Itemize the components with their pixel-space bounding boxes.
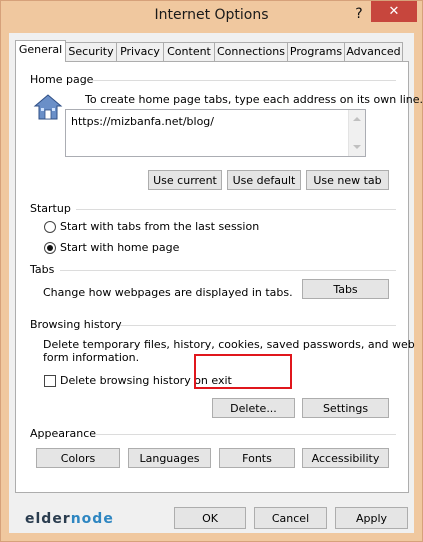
use-default-button[interactable]: Use default — [227, 170, 301, 190]
radio-start-last-session[interactable] — [44, 221, 56, 233]
accessibility-button[interactable]: Accessibility — [302, 448, 389, 468]
dialog-client: General Security Privacy Content Connect… — [9, 33, 423, 533]
scroll-up-icon[interactable] — [353, 117, 361, 121]
tab-connections[interactable]: Connections — [214, 42, 288, 61]
languages-button[interactable]: Languages — [128, 448, 211, 468]
settings-button[interactable]: Settings — [302, 398, 389, 418]
apply-button[interactable]: Apply — [335, 507, 408, 529]
tabs-group-label: Tabs — [30, 263, 55, 276]
home-page-address-text: https://mizbanfa.net/blog/ — [71, 115, 214, 128]
startup-divider — [76, 209, 396, 210]
browsing-history-description-1: Delete temporary files, history, cookies… — [43, 338, 415, 351]
delete-button[interactable]: Delete... — [212, 398, 295, 418]
address-scrollbar[interactable] — [348, 110, 365, 156]
general-tab-page: Home page To create home page tabs, type… — [15, 61, 423, 493]
home-page-description: To create home page tabs, type each addr… — [85, 93, 423, 106]
home-page-group-label: Home page — [30, 73, 94, 86]
delete-button-highlight — [194, 354, 292, 389]
tab-privacy[interactable]: Privacy — [116, 42, 164, 61]
ok-button[interactable]: OK — [174, 507, 246, 529]
tab-security[interactable]: Security — [65, 42, 117, 61]
home-page-address-field[interactable]: https://mizbanfa.net/blog/ — [65, 109, 366, 157]
cancel-button[interactable]: Cancel — [254, 507, 327, 529]
tabs-description: Change how webpages are displayed in tab… — [43, 286, 293, 299]
tab-general[interactable]: General — [15, 40, 66, 62]
startup-group-label: Startup — [30, 202, 71, 215]
radio-start-home-page[interactable] — [44, 242, 56, 254]
tab-programs[interactable]: Programs — [287, 42, 345, 61]
browsing-history-description-2: form information. — [43, 351, 140, 364]
internet-options-window: Internet Options ? ✕ General Security Pr… — [0, 0, 423, 542]
use-new-tab-button[interactable]: Use new tab — [306, 170, 389, 190]
logo-accent-text: node — [70, 511, 114, 527]
house-icon — [33, 92, 63, 122]
delete-history-on-exit-checkbox[interactable] — [44, 375, 56, 387]
tabs-button[interactable]: Tabs — [302, 279, 389, 299]
appearance-divider — [96, 434, 396, 435]
logo-main-text: elder — [25, 511, 71, 527]
browsing-history-group-label: Browsing history — [30, 318, 122, 331]
scroll-down-icon[interactable] — [353, 145, 361, 149]
tab-advanced[interactable]: Advanced — [344, 42, 403, 61]
start-last-session-label[interactable]: Start with tabs from the last session — [60, 220, 259, 233]
tabs-divider — [60, 270, 396, 271]
help-button[interactable]: ? — [350, 5, 368, 23]
use-current-button[interactable]: Use current — [148, 170, 222, 190]
fonts-button[interactable]: Fonts — [219, 448, 295, 468]
browsing-history-divider — [120, 325, 396, 326]
home-page-divider — [90, 80, 396, 81]
start-home-page-label[interactable]: Start with home page — [60, 241, 179, 254]
tab-content[interactable]: Content — [163, 42, 215, 61]
title-bar[interactable]: Internet Options ? ✕ — [1, 1, 422, 32]
colors-button[interactable]: Colors — [36, 448, 120, 468]
appearance-group-label: Appearance — [30, 427, 97, 440]
eldernode-logo: eldernode — [25, 511, 114, 527]
close-button[interactable]: ✕ — [371, 1, 417, 22]
